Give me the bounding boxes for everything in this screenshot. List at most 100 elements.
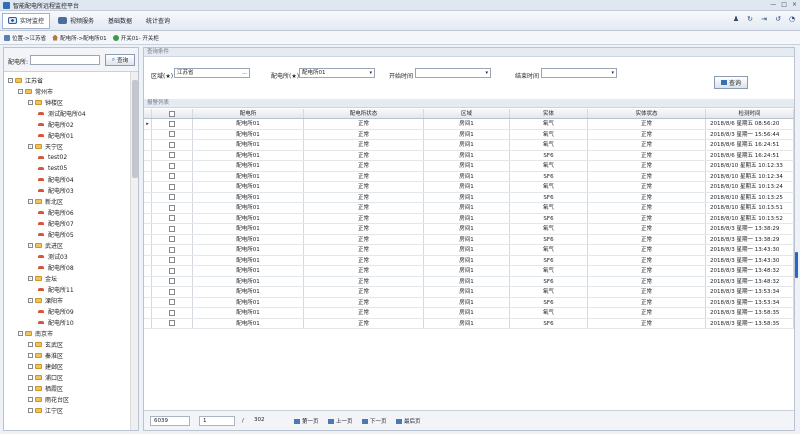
tree-folder[interactable]: 建邺区 [28,361,63,372]
row-checkbox[interactable] [152,308,193,318]
row-checkbox[interactable] [152,140,193,150]
table-row[interactable]: 配电所01 正常 房间1 氧气 正常 2018/8/3 星期一 15:56:44 [144,129,794,140]
expand-toggle-icon[interactable]: - [28,100,33,105]
expand-toggle-icon[interactable] [28,375,33,380]
location-station[interactable]: 配电所->配电所01 [52,34,107,42]
row-checkbox[interactable] [152,224,193,234]
row-checkbox[interactable] [152,150,193,160]
row-checkbox[interactable] [152,245,193,255]
tree-scroll-thumb[interactable] [132,80,138,178]
station-select[interactable]: 配电所01 ▾ [299,68,375,78]
table-row[interactable]: 配电所01 正常 房间1 SF6 正常 2018/8/3 星期一 13:38:29 [144,234,794,245]
row-checkbox[interactable] [152,318,193,328]
select-all-checkbox[interactable] [152,109,193,118]
table-row[interactable]: 配电所01 正常 房间1 氧气 正常 2018/8/3 星期一 13:38:29 [144,224,794,235]
expand-toggle-icon[interactable] [28,342,33,347]
column-header[interactable]: 实体状态 [588,109,706,118]
refresh-icon[interactable]: ↻ [746,15,754,23]
expand-toggle-icon[interactable] [28,408,33,413]
tree-station[interactable]: 配电所04 [38,174,74,185]
prev-page-button[interactable]: 上一页 [328,417,353,425]
table-row[interactable]: 配电所01 正常 房间1 氧气 正常 2018/8/10 星期五 10:13:24 [144,182,794,193]
location-region[interactable]: 位置->江苏省 [4,34,46,42]
tree-folder[interactable]: - 天宁区 [28,141,63,152]
expand-toggle-icon[interactable]: - [18,331,23,336]
row-checkbox[interactable] [152,192,193,202]
row-checkbox[interactable] [152,234,193,244]
row-checkbox[interactable] [152,182,193,192]
row-checkbox[interactable] [152,213,193,223]
row-checkbox[interactable] [152,287,193,297]
table-row[interactable]: 配电所01 正常 房间1 SF6 正常 2018/8/10 星期五 10:13:25 [144,192,794,203]
tree-folder[interactable]: - 金坛 [28,273,57,284]
row-checkbox[interactable] [152,129,193,139]
maximize-button[interactable]: □ [781,1,787,8]
table-row[interactable]: 配电所01 正常 房间1 SF6 正常 2018/8/6 星期五 16:24:51 [144,150,794,161]
restore-icon[interactable]: ↺ [774,15,782,23]
tree-folder[interactable]: 栖霞区 [28,383,63,394]
expand-toggle-icon[interactable] [28,364,33,369]
menu-base-data[interactable]: 基础数据 [102,13,138,29]
tree-folder[interactable]: 雨花台区 [28,394,69,405]
column-header[interactable]: 检测时间 [706,109,794,118]
table-row[interactable]: 配电所01 正常 房间1 氧气 正常 2018/8/3 星期一 13:43:30 [144,245,794,256]
expand-toggle-icon[interactable]: - [28,298,33,303]
row-checkbox[interactable] [152,171,193,181]
last-page-button[interactable]: 最后页 [396,417,421,425]
expand-toggle-icon[interactable]: - [28,144,33,149]
tree-folder[interactable]: 秦淮区 [28,350,63,361]
tree-folder[interactable]: - 钟楼区 [28,97,63,108]
table-row[interactable]: 配电所01 正常 房间1 氧气 正常 2018/8/6 星期五 16:24:51 [144,140,794,151]
station-search-button[interactable]: ⌕ 查询 [105,54,135,66]
table-row[interactable]: 配电所01 正常 房间1 SF6 正常 2018/8/3 星期一 13:53:34 [144,297,794,308]
column-header[interactable]: 实体 [510,109,588,118]
start-time-input[interactable]: ▾ [415,68,491,78]
page-input[interactable]: 1 [199,416,235,426]
tree-folder[interactable]: - 常州市 [18,86,53,97]
tree-station[interactable]: 配电所02 [38,119,74,130]
tree-station[interactable]: 测试配电所04 [38,108,86,119]
tree-station[interactable]: 配电所11 [38,284,74,295]
row-checkbox[interactable] [152,255,193,265]
next-page-button[interactable]: 下一页 [362,417,387,425]
tree-folder[interactable]: 玄武区 [28,339,63,350]
end-time-input[interactable]: ▾ [541,68,617,78]
tree-folder[interactable]: 浦口区 [28,372,63,383]
table-row[interactable]: 配电所01 正常 房间1 SF6 正常 2018/8/3 星期一 13:43:30 [144,255,794,266]
menu-statistics[interactable]: 统计查询 [140,13,176,29]
page-scroll-indicator[interactable] [795,252,798,278]
table-row[interactable]: ▸ 配电所01 正常 房间1 氧气 正常 2018/8/6 星期五 08:56:20 [144,119,794,130]
tree-folder[interactable]: - 武进区 [28,240,63,251]
expand-toggle-icon[interactable] [28,353,33,358]
table-row[interactable]: 配电所01 正常 房间1 氧气 正常 2018/8/10 星期五 10:12:33 [144,161,794,172]
query-button[interactable]: 查询 [714,76,748,89]
first-page-button[interactable]: 第一页 [294,417,319,425]
location-switch[interactable]: 开关01- 开关柜 [112,34,159,42]
tree-station[interactable]: 配电所01 [38,130,74,141]
tree-station[interactable]: 配电所06 [38,207,74,218]
column-header[interactable]: 配电所 [193,109,304,118]
expand-toggle-icon[interactable] [28,386,33,391]
help-icon[interactable]: ◔ [788,15,796,23]
close-button[interactable]: × [792,1,797,8]
tree-station[interactable]: 配电所03 [38,185,74,196]
table-row[interactable]: 配电所01 正常 房间1 SF6 正常 2018/8/10 星期五 10:12:34 [144,171,794,182]
tree-station[interactable]: test05 [38,163,67,174]
row-checkbox[interactable] [152,276,193,286]
tree-folder[interactable]: 江宁区 [28,405,63,416]
minimize-button[interactable]: — [770,1,776,8]
expand-toggle-icon[interactable]: - [28,243,33,248]
tree-scrollbar[interactable] [130,72,138,430]
table-row[interactable]: 配电所01 正常 房间1 SF6 正常 2018/8/3 星期一 13:48:32 [144,276,794,287]
tree-station[interactable]: 配电所10 [38,317,74,328]
column-header[interactable]: 区域 [424,109,510,118]
tree-station[interactable]: 配电所05 [38,229,74,240]
tree-folder[interactable]: - 溧阳市 [28,295,63,306]
menu-video-service[interactable]: 视频服务 [52,13,100,29]
table-row[interactable]: 配电所01 正常 房间1 氧气 正常 2018/8/3 星期一 13:53:34 [144,287,794,298]
row-checkbox[interactable] [152,119,193,129]
row-checkbox[interactable] [152,161,193,171]
logout-icon[interactable]: ⇥ [760,15,768,23]
expand-toggle-icon[interactable]: - [18,89,23,94]
expand-toggle-icon[interactable]: - [8,78,13,83]
